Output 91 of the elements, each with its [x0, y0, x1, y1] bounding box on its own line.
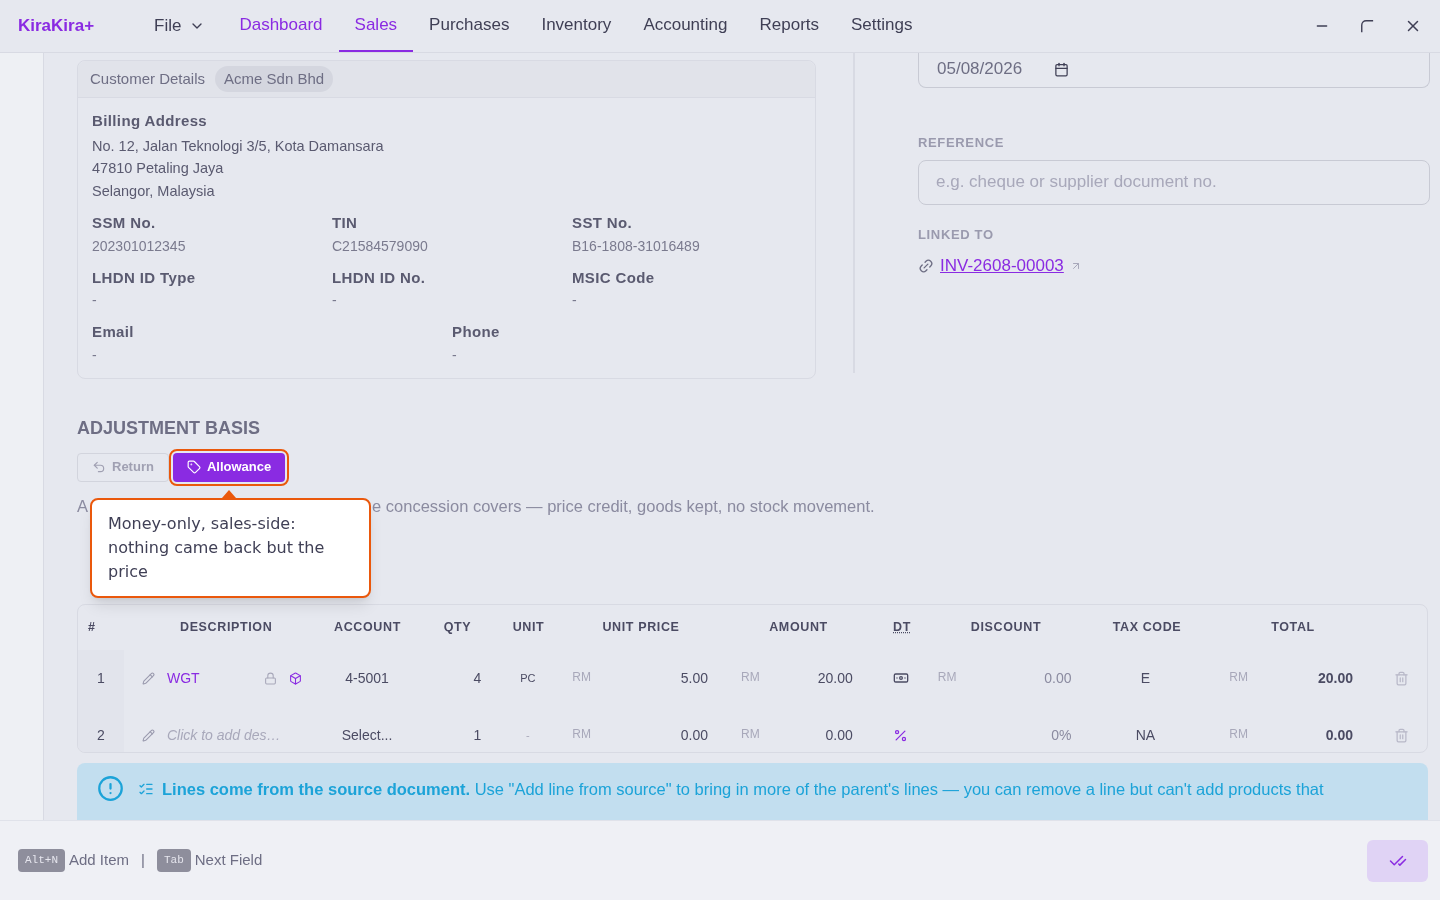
- column-header: QTY: [443, 618, 472, 636]
- column-header: DESCRIPTION: [180, 618, 273, 636]
- confirm-button[interactable]: [1367, 839, 1428, 882]
- field-label: LHDN ID Type: [92, 267, 197, 288]
- separator: |: [141, 850, 145, 871]
- calendar-icon[interactable]: [1054, 61, 1070, 77]
- reference-field[interactable]: e.g. cheque or supplier document no.: [918, 159, 1430, 205]
- currency-label: RM: [1229, 725, 1248, 743]
- currency-label: RM: [1229, 668, 1248, 686]
- section-title: ADJUSTMENT BASIS: [77, 416, 261, 440]
- currency-label: RM: [572, 725, 591, 743]
- nav-tab[interactable]: Dashboard: [223, 0, 339, 52]
- field-label: REFERENCE: [918, 134, 1006, 152]
- currency-label: RM: [937, 668, 957, 686]
- shortcut-label: Next Field: [194, 850, 263, 871]
- unit-price-cell-text: 5.00: [680, 668, 708, 688]
- account-cell[interactable]: Select...: [341, 724, 393, 746]
- description-link[interactable]: WGT: [166, 667, 252, 689]
- alert-icon: [97, 775, 124, 803]
- linked-document-link[interactable]: INV-2608-00003: [940, 253, 1064, 279]
- currency-label: RM: [741, 725, 760, 743]
- field-label: SST No.: [572, 213, 634, 233]
- column-header: TOTAL: [1271, 618, 1315, 636]
- address-line: No. 12, Jalan Teknologi 3/5, Kota Damansara: [92, 136, 385, 156]
- column-header: AMOUNT: [769, 618, 828, 636]
- nav-tab[interactable]: Accounting: [627, 0, 744, 52]
- row-number: 1: [97, 668, 105, 688]
- field-label: Billing Address: [92, 111, 209, 131]
- tooltip: Money-only, sales-side: nothing came back but the price: [90, 489, 371, 598]
- column-header: ACCOUNT: [334, 618, 401, 636]
- tag-icon: [186, 460, 201, 474]
- basis-description: A: [77, 495, 88, 516]
- lock-icon: [263, 671, 277, 685]
- column-header: TAX CODE: [1112, 618, 1182, 636]
- cube-icon: [288, 671, 302, 685]
- column-header: DISCOUNT: [970, 618, 1042, 636]
- currency-label: RM: [741, 668, 760, 686]
- unit-cell-text: -: [525, 727, 530, 743]
- address-line: 47810 Petaling Jaya: [92, 159, 225, 178]
- column-header: UNIT PRICE: [602, 618, 680, 636]
- field-label: SSM No.: [92, 213, 157, 233]
- tax-code-cell[interactable]: NA: [1135, 724, 1156, 746]
- amount-cell-text: 0.00: [825, 725, 853, 745]
- field-value: -: [332, 291, 338, 310]
- column-header: #: [88, 618, 96, 636]
- field-value: -: [572, 291, 578, 310]
- nav-tab[interactable]: Sales: [338, 0, 414, 52]
- field-label: TIN: [332, 213, 359, 233]
- field-label: MSIC Code: [572, 267, 656, 288]
- field-label: LHDN ID No.: [332, 267, 427, 288]
- currency-label: RM: [572, 668, 591, 686]
- app-logo: KiraKira+: [18, 15, 96, 38]
- field-value: -: [92, 291, 98, 310]
- field-label: LINKED TO: [918, 225, 995, 244]
- quantity-cell-text: 1: [473, 725, 482, 745]
- nav-tab[interactable]: Inventory: [525, 0, 628, 52]
- banknote-icon[interactable]: [892, 670, 909, 686]
- field-value: C21584579090: [332, 236, 429, 256]
- row-number: 2: [97, 725, 105, 745]
- total-cell-text: 0.00: [1325, 725, 1354, 745]
- nav-tab[interactable]: Settings: [835, 0, 929, 52]
- keyboard-key: Tab: [156, 849, 191, 872]
- account-cell[interactable]: 4-5001: [345, 667, 389, 689]
- quantity-cell-text: 4: [473, 668, 482, 688]
- column-header: DT: [893, 618, 911, 636]
- file-menu[interactable]: File: [154, 13, 206, 39]
- shortcut-label: Add Item: [69, 850, 130, 871]
- field-value: B16-1808-31016489: [572, 236, 701, 256]
- column-header: UNIT: [512, 618, 545, 636]
- banner-text: Lines come from the source document. Use "Add line from source" to bring in more of the parent's lines — you can remove a line but can't add products that: [162, 779, 1324, 801]
- customer-chip: Acme Sdn Bhd: [215, 65, 334, 93]
- nav-tab[interactable]: Purchases: [413, 0, 526, 52]
- unit-cell-text: PC: [520, 670, 536, 686]
- card-title: Customer Details: [90, 68, 206, 89]
- restore-icon[interactable]: [1360, 19, 1374, 33]
- undo-icon: [92, 460, 106, 474]
- field-value: -: [452, 345, 458, 365]
- total-cell-text: 20.00: [1318, 668, 1354, 688]
- address-line: Selangor, Malaysia: [92, 181, 216, 201]
- field-value: 202301012345: [92, 236, 187, 256]
- field-value: -: [92, 345, 98, 365]
- basis-description: e concession covers — price credit, goods kept, no stock movement.: [372, 495, 875, 516]
- field-label: Email: [92, 322, 135, 342]
- nav-tab[interactable]: Reports: [743, 0, 836, 52]
- amount-cell-text: 20.00: [817, 668, 853, 688]
- field-label: Phone: [452, 322, 501, 342]
- date-field[interactable]: 05/08/2026: [918, 53, 1430, 88]
- keyboard-key: Alt+N: [18, 849, 65, 872]
- tax-code-cell[interactable]: E: [1140, 667, 1151, 689]
- unit-price-cell-text: 0.00: [680, 725, 708, 745]
- percent-icon[interactable]: [893, 727, 909, 743]
